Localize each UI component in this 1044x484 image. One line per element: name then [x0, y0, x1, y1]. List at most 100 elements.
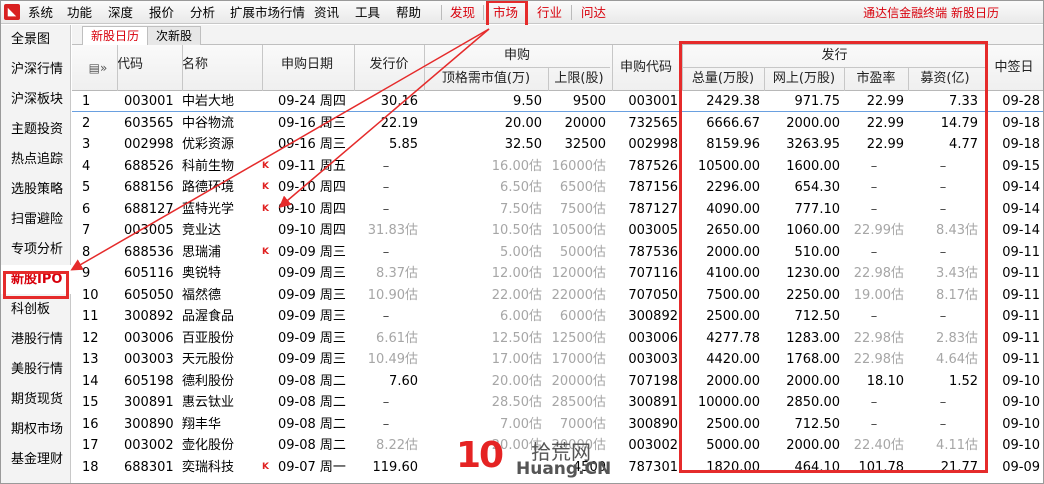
menu-industry[interactable]: 行业: [537, 4, 562, 22]
cell-online: 510.00: [794, 244, 841, 260]
grid-line: [682, 67, 986, 68]
col-header-lottery-date[interactable]: 中签日: [986, 45, 1042, 91]
menu-divider: [527, 5, 528, 20]
menu-wenda[interactable]: 问达: [581, 4, 606, 22]
table-row[interactable]: 12 003006 百亚股份 09-09 周三 6.61估 12.50估 12500估 003…: [72, 328, 1043, 349]
cell-date: 09-08 周二: [278, 438, 346, 453]
cell-limit: 9500: [572, 94, 606, 109]
cell-date: 09-09 周三: [278, 330, 346, 346]
table-row[interactable]: 5 688156 路德环境 09-10 周四 – 6.50估 6500估 787156 2296…: [72, 177, 1043, 198]
sidebar-item[interactable]: 选股策略: [1, 175, 71, 204]
table-row[interactable]: 7 003005 竞业达 09-10 周四 31.83估 10.50估 10500估 0030…: [72, 220, 1043, 241]
table-row[interactable]: 11 300892 品渥食品 09-09 周三 – 6.00估 6000估 300892 250…: [72, 306, 1043, 327]
sidebar-item[interactable]: 期货现货: [1, 385, 71, 414]
menu-system[interactable]: 系统: [28, 4, 53, 22]
table-row[interactable]: 9 605116 奥锐特 09-09 周三 8.37估 12.00估 12000估 70711…: [72, 263, 1043, 284]
menu-divider: [571, 5, 572, 20]
tab-sub-new-stocks[interactable]: 次新股: [147, 26, 202, 45]
col-header-subscribe-date[interactable]: 申购日期: [262, 45, 352, 85]
cell-no: 10: [82, 287, 99, 303]
menu-quote[interactable]: 报价: [149, 4, 174, 22]
cell-lottery: 09-11: [1002, 244, 1040, 260]
col-header-issue-price[interactable]: 发行价: [354, 45, 424, 85]
table-row[interactable]: 10 605050 福然德 09-09 周三 10.90估 22.00估 22000估 707…: [72, 285, 1043, 306]
col-header-online-amount[interactable]: 网上(万股): [764, 68, 844, 90]
sidebar-item[interactable]: 热点追踪: [1, 145, 71, 174]
cell-funds: –: [939, 309, 947, 324]
sidebar-item[interactable]: 专项分析: [1, 235, 71, 264]
cell-code: 300891: [124, 395, 174, 410]
cell-code: 603565: [124, 115, 174, 131]
app-logo-icon[interactable]: ◣: [4, 4, 20, 20]
cell-scode: 300890: [628, 416, 678, 432]
cell-no: 14: [82, 373, 99, 389]
cell-mv: 16.00估: [491, 158, 542, 174]
menu-news[interactable]: 资讯: [314, 4, 339, 22]
col-header-issue-group[interactable]: 发行: [682, 45, 987, 67]
cell-funds: 7.33: [949, 94, 978, 109]
table-row[interactable]: 8 688536 思瑞浦 09-09 周三 – 5.00估 5000估 787536 2000.…: [72, 242, 1043, 263]
cell-total: 7500.00: [706, 287, 760, 303]
col-header-code[interactable]: 代码: [117, 45, 177, 85]
cell-funds: –: [939, 201, 947, 217]
menu-help[interactable]: 帮助: [396, 4, 421, 22]
sidebar-item[interactable]: 主题投资: [1, 115, 71, 144]
menu-market[interactable]: 市场: [493, 4, 518, 22]
table-row[interactable]: 16 300890 翔丰华 09-08 周二 – 7.00估 7000估 300890 2500…: [72, 414, 1043, 435]
menu-analysis[interactable]: 分析: [190, 4, 215, 22]
cell-total: 2296.00: [706, 180, 760, 195]
grid-line: [682, 45, 683, 91]
table-row[interactable]: 2 603565 中谷物流 09-16 周三 22.19 20.00 20000 732565…: [72, 113, 1043, 134]
col-header-pe[interactable]: 市盈率: [844, 68, 908, 90]
cell-price: –: [382, 180, 390, 195]
cell-total: 4100.00: [706, 266, 760, 281]
col-header-name[interactable]: 名称: [182, 45, 252, 85]
column-menu-icon[interactable]: ▤»: [80, 45, 116, 91]
sidebar-item[interactable]: 基金理财: [1, 445, 71, 474]
cell-funds: 3.43估: [936, 266, 978, 281]
col-header-total-amount[interactable]: 总量(万股): [682, 68, 764, 90]
sidebar-item[interactable]: 全景图: [1, 25, 71, 54]
menu-tools[interactable]: 工具: [355, 4, 380, 22]
sidebar-item[interactable]: 期权市场: [1, 415, 71, 444]
col-header-subscribe-code[interactable]: 申购代码: [612, 45, 680, 91]
menu-depth[interactable]: 深度: [108, 4, 133, 22]
cell-name: 奕瑞科技: [182, 459, 235, 475]
sidebar-item[interactable]: 港股行情: [1, 325, 71, 354]
sidebar-item[interactable]: 沪深行情: [1, 55, 71, 84]
app-window: ◣ 系统 功能 深度 报价 分析 扩展市场行情 资讯 工具 帮助 发现 市场 行…: [0, 0, 1044, 484]
tab-ipo-calendar[interactable]: 新股日历: [82, 26, 149, 46]
cell-total: 5000.00: [706, 438, 760, 453]
cell-code: 688127: [124, 201, 174, 217]
sidebar-item[interactable]: 美股行情: [1, 355, 71, 384]
menu-discover[interactable]: 发现: [450, 4, 475, 22]
cell-scode: 707050: [628, 287, 678, 303]
cell-code: 300892: [124, 309, 174, 324]
watermark-logo: 10 拾荒网 Huang.CN: [456, 435, 636, 481]
cell-funds: 2.83估: [936, 330, 978, 346]
col-header-upper-limit[interactable]: 上限(股): [548, 68, 610, 90]
sidebar-item[interactable]: 科创板: [1, 295, 71, 324]
cell-pe: 22.98估: [853, 330, 904, 346]
table-row[interactable]: 14 605198 德利股份 09-08 周二 7.60 20.00估 20000估 7071…: [72, 371, 1043, 392]
table-row[interactable]: 6 688127 蓝特光学 09-10 周四 – 7.50估 7500估 787127 4090…: [72, 199, 1043, 220]
col-header-top-market-value[interactable]: 顶格需市值(万): [424, 68, 548, 90]
col-header-funds-raised[interactable]: 募资(亿): [908, 68, 982, 90]
sidebar-item[interactable]: 新股IPO: [1, 265, 71, 294]
col-header-subscribe-group[interactable]: 申购: [424, 45, 610, 67]
table-row[interactable]: 3 002998 优彩资源 09-16 周三 5.85 32.50 32500 002998 8…: [72, 134, 1043, 155]
cell-lottery: 09-10: [1002, 373, 1040, 389]
table-row[interactable]: 1 003001 中岩大地 09-24 周四 30.16 9.50 9500 003001 24…: [72, 91, 1043, 112]
table-row[interactable]: 4 688526 科前生物 09-11 周五 – 16.00估 16000估 787526 10…: [72, 156, 1043, 177]
table-row[interactable]: 13 003003 天元股份 09-09 周三 10.49估 17.00估 17000估 00…: [72, 349, 1043, 370]
menu-divider: [441, 5, 442, 20]
table-row[interactable]: 15 300891 惠云钛业 09-08 周二 – 28.50估 28500估 300891 1…: [72, 392, 1043, 413]
sidebar-item[interactable]: 扫雷避险: [1, 205, 71, 234]
cell-mv: 5.00估: [500, 244, 542, 260]
cell-price: 7.60: [389, 373, 418, 389]
sidebar-item[interactable]: 沪深板块: [1, 85, 71, 114]
star-market-k-icon: K: [262, 160, 269, 171]
menu-extended-market[interactable]: 扩展市场行情: [230, 4, 305, 22]
cell-mv: 12.00估: [491, 266, 542, 281]
menu-function[interactable]: 功能: [67, 4, 92, 22]
